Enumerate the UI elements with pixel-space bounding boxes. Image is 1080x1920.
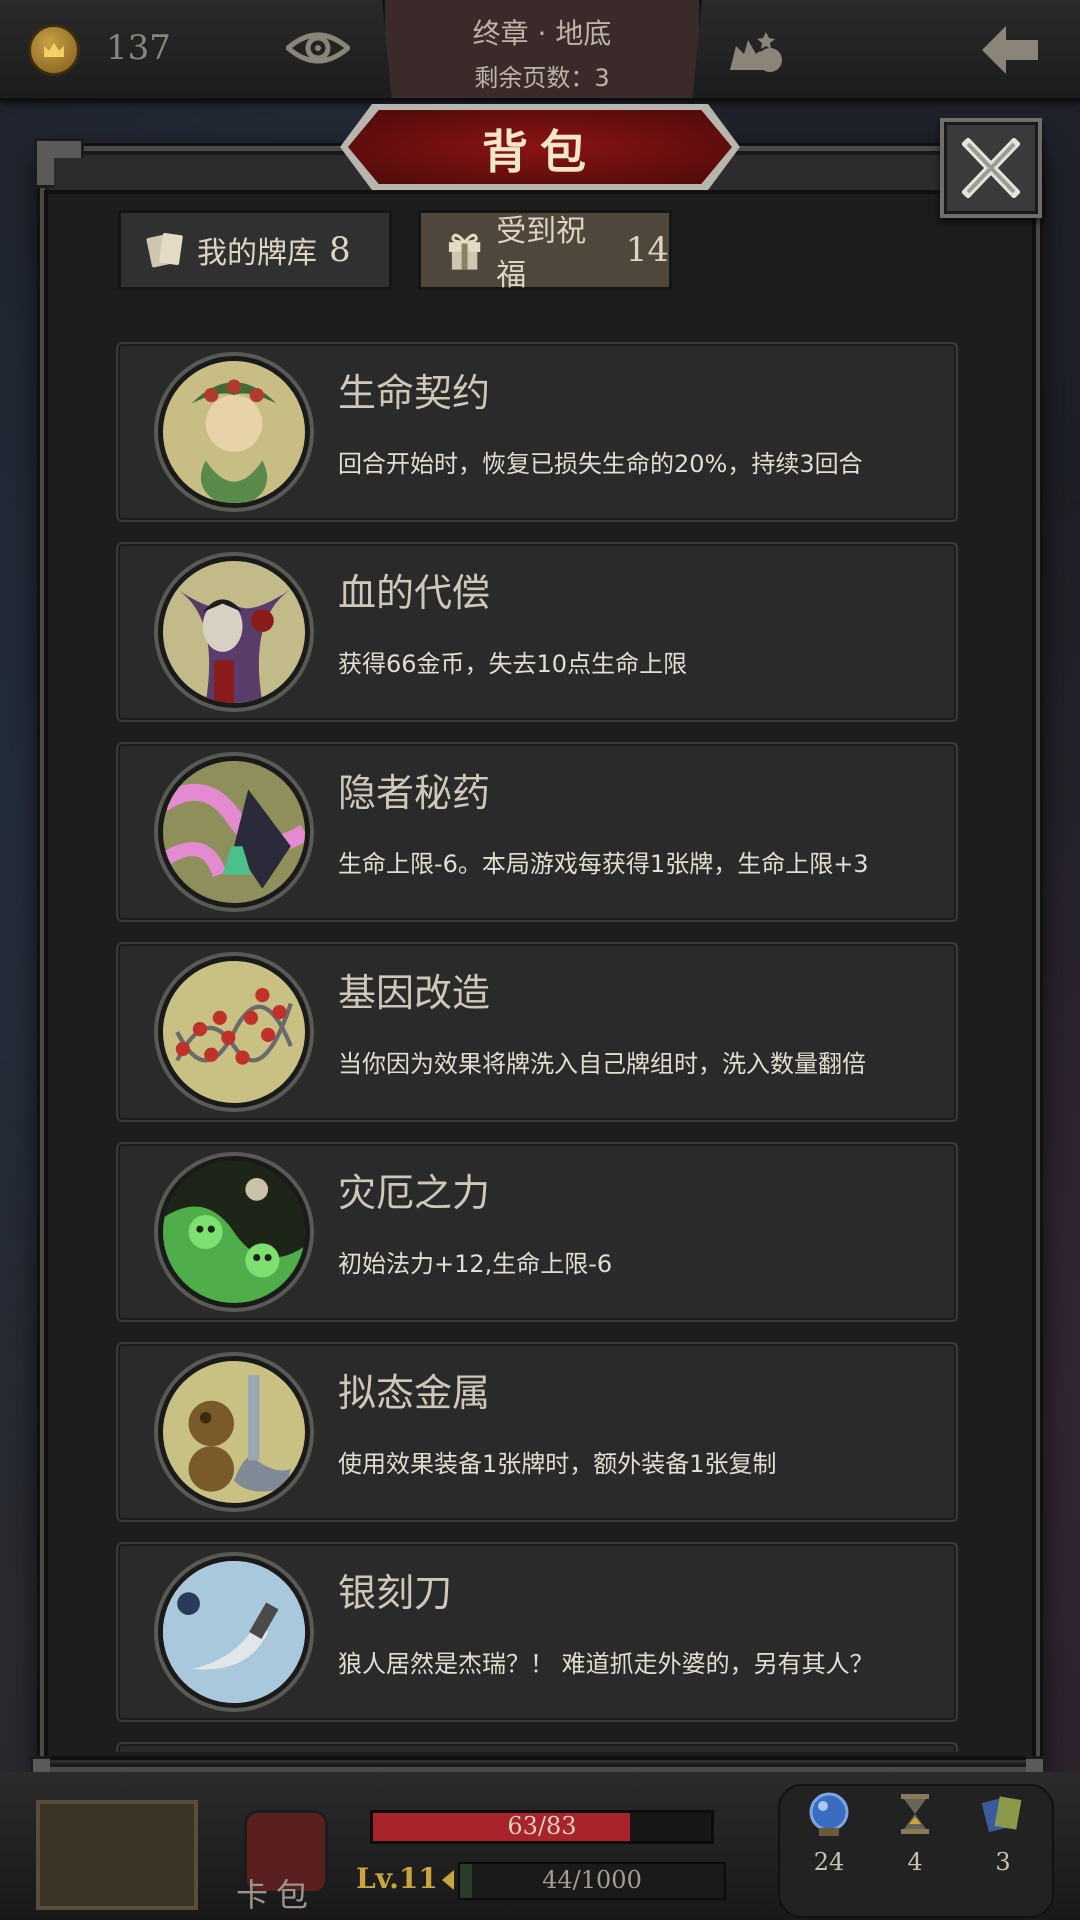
gold-count: 137 [106,28,171,68]
potion-portrait [158,756,310,908]
dna-portrait [158,956,310,1108]
back-arrow-icon[interactable] [980,24,1040,76]
silver-knife-portrait [158,1556,310,1708]
chapter-info: 终章 · 地底 剩余页数：3 [382,0,702,98]
blessing-item[interactable]: 隐者秘药 生命上限-6。本局游戏每获得1张牌，生命上限+3 [116,742,958,922]
panel-title: 背包 [482,125,598,179]
close-button[interactable] [940,118,1042,218]
crystal-ball-icon [809,1792,849,1836]
blessing-item[interactable]: 银刻刀 狼人居然是杰瑞？！ 难道抓走外婆的，另有其人？ [116,1542,958,1722]
blessing-list[interactable]: 生命契约 回合开始时，恢复已损失生命的20%，持续3回合 血的代偿 获得66金币… [116,342,958,1752]
stat-crystal-ball[interactable]: 24 [794,1790,864,1876]
tab-count: 14 [625,230,669,270]
blessing-item[interactable]: 基因改造 当你因为效果将牌洗入自己牌组时，洗入数量翻倍 [116,942,958,1122]
tab-my-deck[interactable]: 我的牌库 8 [118,210,392,290]
blessing-name: 银刻刀 [338,1571,453,1615]
card-bag-label[interactable]: 卡包 [236,1870,316,1916]
stat-hourglass[interactable]: 4 [880,1790,950,1876]
mimic-metal-portrait [158,1356,310,1508]
vine-witch-portrait [158,356,310,508]
xp-text: 44/1000 [542,1866,642,1894]
blessing-desc: 初始法力+12,生命上限-6 [338,1250,613,1278]
green-skulls-portrait [158,1156,310,1308]
blessing-name: 隐者秘药 [338,771,491,815]
tab-label: 受到祝福 [496,214,587,293]
blessing-item[interactable]: 灾厄之力 初始法力+12,生命上限-6 [116,1142,958,1322]
blessing-name: 灾厄之力 [338,1171,491,1215]
gift-icon [448,233,481,270]
tab-blessings[interactable]: 受到祝福 14 [418,210,672,293]
blessing-desc: 回合开始时，恢复已损失生命的20%，持续3回合 [338,450,863,478]
tab-count: 8 [329,230,351,270]
hp-text: 63/83 [507,1812,577,1840]
stat-value: 24 [813,1848,845,1876]
blessing-desc: 生命上限-6。本局游戏每获得1张牌，生命上限+3 [338,850,869,878]
deck-preview[interactable] [36,1800,198,1910]
pages-remaining: 剩余页数：3 [474,64,610,92]
blessing-name: 生命契约 [338,371,491,415]
blessing-name: 基因改造 [338,971,491,1015]
stat-value: 4 [907,1848,923,1876]
blessing-item[interactable] [116,1742,958,1752]
player-level: Lv.11 [356,1862,438,1895]
blessing-name: 拟态金属 [338,1371,491,1415]
xp-arrow-icon [442,1870,454,1890]
pets-icon[interactable] [726,20,786,76]
hourglass-icon [901,1794,929,1834]
eye-icon[interactable] [286,26,350,70]
cards-icon [146,233,183,268]
blessing-desc: 获得66金币，失去10点生命上限 [338,650,688,678]
stat-card-stack[interactable]: 3 [968,1790,1038,1876]
blessing-item[interactable]: 血的代偿 获得66金币，失去10点生命上限 [116,542,958,722]
blessing-name: 血的代偿 [338,571,491,615]
blessing-item[interactable]: 生命契约 回合开始时，恢复已损失生命的20%，持续3回合 [116,342,958,522]
card-stack-icon [981,1796,1022,1833]
close-icon [962,138,1020,198]
chapter-title: 终章 · 地底 [472,17,612,50]
stat-value: 3 [995,1848,1011,1876]
blessing-desc: 当你因为效果将牌洗入自己牌组时，洗入数量翻倍 [338,1050,866,1078]
blessing-item[interactable]: 拟态金属 使用效果装备1张牌时，额外装备1张复制 [116,1342,958,1522]
vampire-portrait [158,556,310,708]
blessing-desc: 使用效果装备1张牌时，额外装备1张复制 [338,1450,777,1478]
blessing-desc: 狼人居然是杰瑞？！ 难道抓走外婆的，另有其人？ [338,1650,874,1678]
tab-label: 我的牌库 [197,236,317,271]
gold-coin-icon [28,24,80,76]
